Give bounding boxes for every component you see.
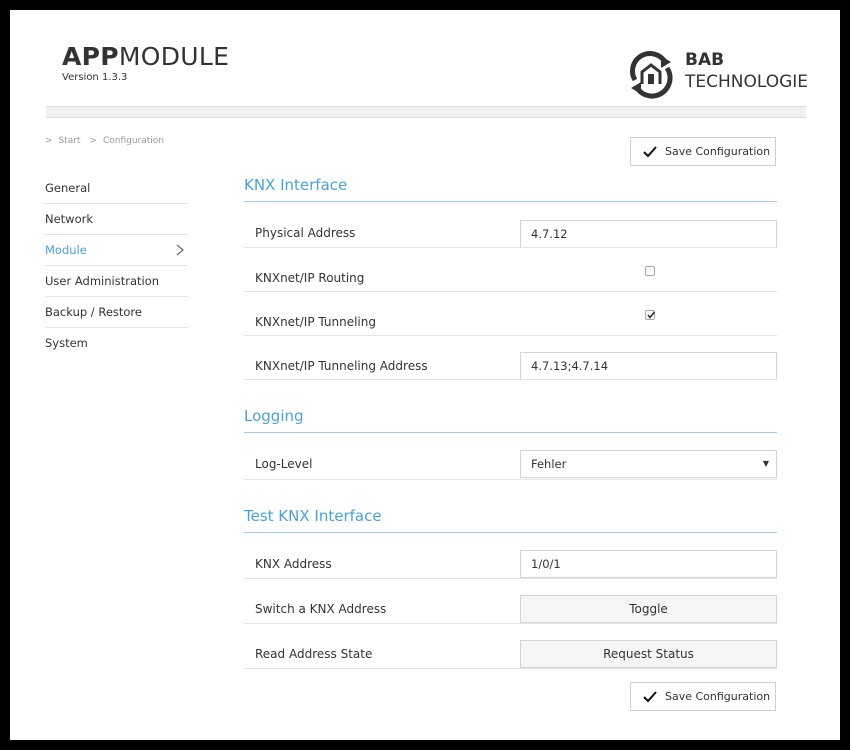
row-divider (244, 623, 777, 624)
chevron-right-icon (176, 244, 184, 256)
toggle-button[interactable]: Toggle (520, 595, 777, 623)
app-window: APPMODULE Version 1.3.3 BAB TECHNOLOGIE … (10, 10, 840, 740)
physical-address-input[interactable] (520, 220, 777, 248)
section-title-test-knx-interface: Test KNX Interface (244, 507, 382, 525)
save-configuration-button-top[interactable]: Save Configuration (630, 137, 776, 166)
section-title-logging: Logging (244, 407, 304, 425)
brand-name-line1: BAB (685, 50, 725, 70)
section-title-knx-interface: KNX Interface (244, 176, 348, 194)
knx-address-input[interactable] (520, 550, 777, 578)
row-divider (244, 291, 777, 292)
knx-address-label: KNX Address (255, 557, 332, 571)
save-configuration-button-bottom[interactable]: Save Configuration (630, 682, 776, 711)
switch-knx-address-label: Switch a KNX Address (255, 602, 387, 616)
sidebar-item-general[interactable]: General (45, 173, 188, 204)
sidebar-item-user-administration[interactable]: User Administration (45, 266, 188, 297)
checkmark-icon (643, 145, 657, 157)
checkmark-icon (643, 690, 657, 702)
sidebar-item-system[interactable]: System (45, 328, 188, 358)
row-divider (244, 379, 777, 380)
breadcrumb-item-start[interactable]: Start (59, 136, 81, 146)
knxnet-ip-routing-checkbox[interactable] (645, 266, 655, 276)
log-level-select[interactable]: Fehler ▼ (520, 450, 777, 478)
read-address-state-label: Read Address State (255, 647, 373, 661)
sidebar-item-label: Network (45, 212, 94, 226)
caret-down-icon: ▼ (762, 459, 769, 468)
sidebar-item-label: Backup / Restore (45, 305, 142, 319)
app-logo: APPMODULE (62, 42, 229, 71)
knxnet-ip-routing-label: KNXnet/IP Routing (255, 271, 365, 285)
section-divider (244, 532, 777, 533)
save-button-label: Save Configuration (665, 690, 771, 703)
knxnet-ip-tunneling-label: KNXnet/IP Tunneling (255, 315, 376, 329)
log-level-selected-value: Fehler (531, 457, 567, 471)
request-status-button[interactable]: Request Status (520, 640, 777, 668)
app-title-bold: APP (62, 42, 119, 71)
page: APPMODULE Version 1.3.3 BAB TECHNOLOGIE … (10, 10, 840, 740)
save-button-label: Save Configuration (665, 145, 771, 158)
checkmark-icon (647, 311, 656, 319)
sidebar-item-network[interactable]: Network (45, 204, 188, 235)
sidebar-item-module[interactable]: Module (45, 235, 188, 266)
row-divider (244, 479, 777, 480)
breadcrumb-item-configuration[interactable]: Configuration (103, 136, 164, 146)
tunneling-address-input[interactable] (520, 352, 777, 380)
app-version: Version 1.3.3 (62, 72, 128, 83)
section-divider (244, 432, 777, 433)
bab-house-logo-icon (630, 51, 673, 99)
brand-name-line2: TECHNOLOGIE (685, 72, 809, 92)
breadcrumb-separator: > (89, 136, 97, 146)
brand-logo: BAB TECHNOLOGIE (625, 46, 825, 102)
sidebar-nav: General Network Module User Administrati… (45, 173, 188, 358)
app-title-rest: MODULE (118, 42, 230, 71)
physical-address-label: Physical Address (255, 226, 356, 240)
sidebar-item-label: System (45, 336, 88, 350)
breadcrumb-separator: > (45, 136, 53, 146)
sidebar-item-backup-restore[interactable]: Backup / Restore (45, 297, 188, 328)
row-divider (244, 668, 777, 669)
sidebar-item-label: General (45, 181, 91, 195)
header-divider (46, 106, 806, 118)
sidebar-item-label: Module (45, 243, 87, 257)
sidebar-item-label: User Administration (45, 274, 160, 288)
tunneling-address-label: KNXnet/IP Tunneling Address (255, 359, 428, 373)
row-divider (244, 578, 777, 579)
section-divider (244, 201, 777, 202)
row-divider (244, 247, 777, 248)
knxnet-ip-tunneling-checkbox[interactable] (645, 310, 656, 320)
breadcrumb: > Start > Configuration (45, 136, 170, 146)
log-level-label: Log-Level (255, 457, 313, 471)
row-divider (244, 335, 777, 336)
